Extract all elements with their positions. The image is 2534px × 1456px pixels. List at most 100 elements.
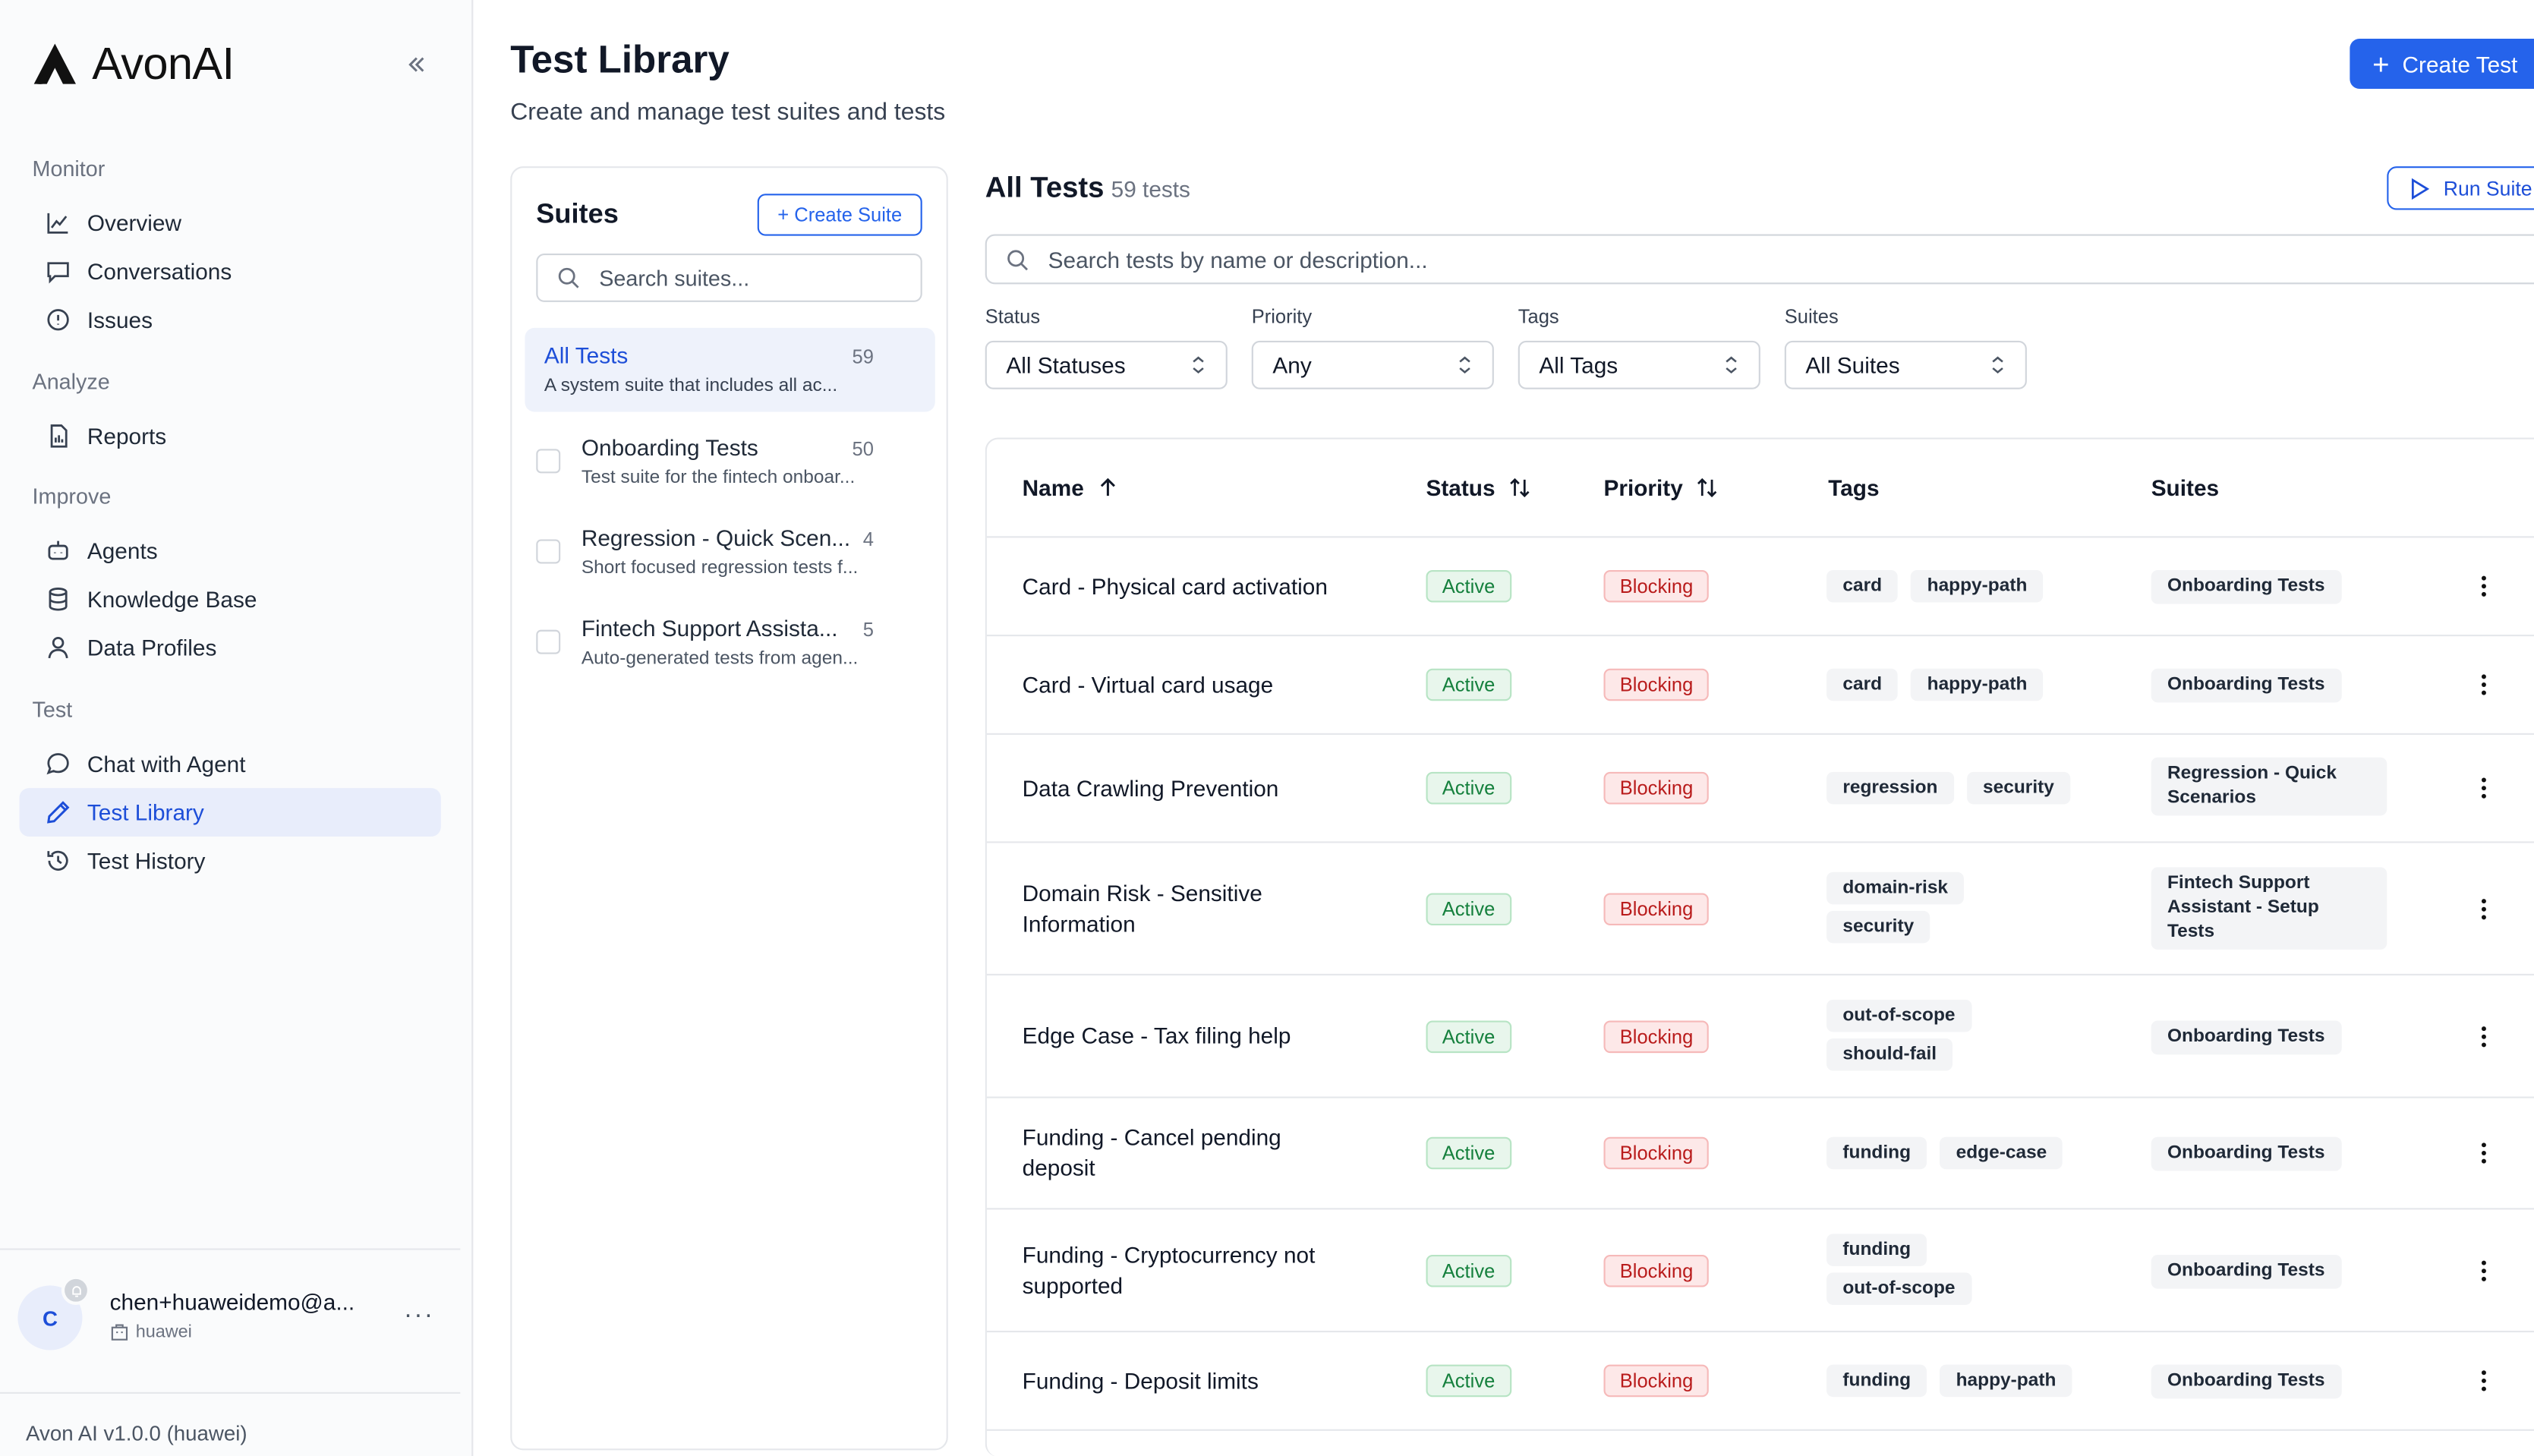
table-row[interactable]: Domain Risk - Sensitive Information Acti…: [986, 843, 2534, 975]
sidebar-item-agents[interactable]: Agents: [20, 527, 441, 575]
test-name: Card - Physical card activation: [1022, 573, 1328, 600]
row-menu-more-vertical-icon[interactable]: [2471, 672, 2497, 698]
sidebar-item-label: Overview: [87, 210, 182, 236]
history-icon: [47, 850, 68, 871]
suite-count: 59: [852, 345, 874, 369]
suite-item-onboarding-tests[interactable]: Onboarding Tests 50 Test suite for the f…: [525, 420, 934, 504]
row-menu-more-vertical-icon[interactable]: [2471, 775, 2497, 801]
status-select[interactable]: All Statuses: [985, 340, 1228, 389]
table-row[interactable]: Data Crawling Prevention Active Blocking…: [986, 735, 2534, 843]
tag-list: funding out-of-scope: [1826, 1234, 2004, 1305]
status-badge: Active: [1426, 569, 1511, 603]
chart-line-icon: [47, 213, 68, 234]
sidebar-item-label: Test History: [87, 847, 206, 874]
status-badge: Active: [1426, 893, 1511, 926]
status-badge: Active: [1426, 668, 1511, 701]
user-icon: [48, 636, 68, 659]
table-row[interactable]: Funding - Cryptocurrency not supported A…: [986, 1209, 2534, 1333]
suite-pill: Onboarding Tests: [2151, 1136, 2341, 1171]
priority-badge: Blocking: [1603, 1364, 1710, 1398]
suite-pill: Onboarding Tests: [2151, 668, 2341, 703]
create-test-button[interactable]: + Create Test: [2350, 39, 2534, 90]
row-menu-more-vertical-icon[interactable]: [2471, 1140, 2497, 1166]
tag: regression: [1826, 771, 1954, 805]
row-menu-more-vertical-icon[interactable]: [2471, 1024, 2497, 1050]
priority-badge: Blocking: [1603, 668, 1710, 701]
suite-pill: Onboarding Tests: [2151, 1020, 2341, 1055]
sidebar-item-label: Data Profiles: [87, 635, 217, 661]
priority-select[interactable]: Any: [1251, 340, 1494, 389]
app-version: Avon AI v1.0.0 (huawei): [26, 1421, 247, 1446]
robot-icon: [48, 540, 68, 560]
table-row[interactable]: Funding - Deposit limits Active Blocking…: [986, 1332, 2534, 1431]
sidebar-item-test-library[interactable]: Test Library: [19, 788, 441, 837]
filter-value: All Suites: [1805, 351, 1900, 378]
sidebar-item-chat-with-agent[interactable]: Chat with Agent: [20, 739, 441, 788]
filter-label: Status: [985, 305, 1041, 328]
table-row[interactable]: Funding - Cancel pending deposit Active …: [986, 1098, 2534, 1210]
sidebar-item-knowledge-base[interactable]: Knowledge Base: [20, 575, 441, 623]
chevron-up-down-icon: [1992, 356, 2003, 374]
main-content: Test Library Create and manage test suit…: [474, 0, 2534, 1456]
row-menu-more-vertical-icon[interactable]: [2471, 573, 2497, 599]
row-menu-more-vertical-icon[interactable]: [2471, 897, 2497, 922]
app-window: AvonAI Monitor Overview Conversations Is…: [0, 0, 2534, 1456]
column-header-status[interactable]: Status: [1426, 474, 1530, 500]
suite-item-fintech-support[interactable]: Fintech Support Assista... 5 Auto-genera…: [525, 600, 934, 685]
tag: happy-path: [1911, 668, 2044, 701]
priority-badge: Blocking: [1603, 893, 1710, 926]
suite-pill: Onboarding Tests: [2151, 1254, 2341, 1289]
suite-checkbox[interactable]: [536, 629, 561, 654]
sidebar-item-conversations[interactable]: Conversations: [20, 247, 441, 295]
page-title: Test Library: [510, 39, 730, 83]
user-account[interactable]: C chen+huaweidemo@a... huawei ···: [0, 1248, 461, 1394]
suite-search-input[interactable]: [599, 265, 906, 290]
nav-heading: Analyze: [32, 370, 110, 395]
run-suite-button[interactable]: Run Suite: [2387, 166, 2534, 210]
column-label: Priority: [1603, 474, 1683, 501]
nav-heading: Monitor: [32, 156, 106, 181]
user-menu-more-icon[interactable]: ···: [404, 1302, 434, 1331]
filter-priority: Priority Any: [1251, 305, 1494, 389]
tests-search-input[interactable]: [1048, 246, 2502, 273]
create-suite-button[interactable]: + Create Suite: [757, 194, 922, 236]
suites-select[interactable]: All Suites: [1784, 340, 2027, 389]
column-header-name[interactable]: Name: [1023, 474, 1120, 500]
suite-item-all-tests[interactable]: All Tests 59 A system suite that include…: [525, 327, 935, 412]
tests-title: All Tests: [985, 171, 1105, 204]
filter-tags: Tags All Tags: [1518, 305, 1760, 389]
collapse-sidebar-button[interactable]: [401, 49, 433, 81]
search-icon: [1007, 249, 1029, 270]
column-header-priority[interactable]: Priority: [1604, 474, 1719, 500]
database-icon: [49, 588, 68, 611]
sidebar-item-issues[interactable]: Issues: [20, 295, 441, 344]
row-menu-more-vertical-icon[interactable]: [2471, 1258, 2497, 1284]
filter-label: Priority: [1251, 305, 1313, 328]
sidebar-item-reports[interactable]: Reports: [20, 411, 441, 460]
tags-select[interactable]: All Tags: [1518, 340, 1760, 389]
sidebar: AvonAI Monitor Overview Conversations Is…: [0, 0, 474, 1456]
suite-item-regression-quick[interactable]: Regression - Quick Scen... 4 Short focus…: [525, 510, 934, 594]
suite-description: Short focused regression tests f...: [581, 559, 859, 578]
column-label: Name: [1022, 474, 1084, 501]
column-label: Tags: [1828, 474, 1880, 501]
suite-checkbox[interactable]: [536, 539, 561, 564]
sidebar-item-data-profiles[interactable]: Data Profiles: [20, 623, 441, 672]
alert-circle-icon: [47, 309, 69, 331]
table-row[interactable]: Edge Case - Tax filing help Active Block…: [986, 975, 2534, 1098]
table-row[interactable]: Card - Physical card activation Active B…: [986, 537, 2534, 637]
suite-checkbox[interactable]: [536, 449, 561, 474]
chevron-up-down-icon: [1726, 356, 1737, 374]
tests-count: 59 tests: [1111, 175, 1190, 202]
chevrons-left-icon: [408, 57, 424, 72]
table-row[interactable]: Card - Virtual card usage Active Blockin…: [986, 636, 2534, 735]
message-circle-icon: [46, 753, 69, 775]
page-subtitle: Create and manage test suites and tests: [510, 98, 946, 126]
status-badge: Active: [1426, 771, 1511, 805]
logo[interactable]: AvonAI: [30, 39, 235, 90]
avonai-logo-icon: [33, 43, 76, 84]
suite-count: 5: [862, 618, 874, 641]
row-menu-more-vertical-icon[interactable]: [2471, 1368, 2497, 1394]
sidebar-item-overview[interactable]: Overview: [20, 199, 441, 247]
sidebar-item-test-history[interactable]: Test History: [20, 837, 441, 885]
